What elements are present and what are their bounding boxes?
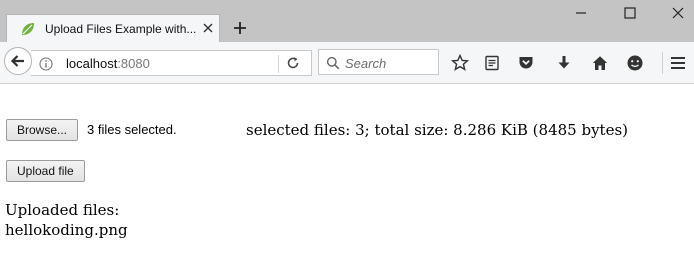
- search-placeholder: Search: [345, 56, 387, 71]
- close-tab-icon[interactable]: [201, 21, 215, 35]
- bookmark-star-icon[interactable]: [451, 54, 469, 72]
- toolbar-separator: [662, 52, 663, 74]
- emoji-icon[interactable]: [626, 54, 644, 72]
- url-port: :8080: [117, 56, 150, 71]
- pocket-icon[interactable]: [517, 54, 535, 72]
- hamburger-menu-icon[interactable]: [669, 54, 687, 72]
- new-tab-icon[interactable]: [232, 20, 248, 36]
- url-divider: [278, 55, 279, 73]
- uploaded-files-heading: Uploaded files:: [5, 201, 120, 219]
- uploaded-file-item: hellokoding.png: [5, 221, 128, 239]
- upload-button[interactable]: Upload file: [6, 160, 85, 182]
- info-icon[interactable]: [39, 57, 53, 71]
- close-window-icon[interactable]: [671, 6, 685, 20]
- spring-leaf-icon: [22, 23, 34, 35]
- minimize-icon[interactable]: [574, 6, 588, 20]
- page-content: Browse... 3 files selected. selected fil…: [0, 85, 694, 278]
- back-arrow-icon: [10, 55, 24, 67]
- files-selected-text: 3 files selected.: [87, 122, 177, 137]
- browser-tab[interactable]: Upload Files Example with...: [6, 14, 220, 42]
- download-icon[interactable]: [555, 54, 573, 72]
- reader-view-icon[interactable]: [483, 54, 501, 72]
- selection-summary: selected files: 3; total size: 8.286 KiB…: [246, 121, 629, 139]
- search-bar[interactable]: Search: [318, 49, 439, 75]
- maximize-icon[interactable]: [623, 6, 637, 20]
- url-text: localhost:8080: [66, 56, 150, 71]
- back-button[interactable]: [4, 47, 32, 75]
- reload-icon[interactable]: [286, 56, 300, 70]
- navigation-toolbar: localhost:8080 Search: [0, 42, 694, 84]
- home-icon[interactable]: [591, 54, 609, 72]
- url-host: localhost: [66, 56, 118, 71]
- search-icon: [326, 56, 340, 70]
- address-bar[interactable]: localhost:8080: [31, 50, 312, 76]
- tab-title: Upload Files Example with...: [45, 22, 197, 36]
- browse-button[interactable]: Browse...: [6, 119, 79, 141]
- tab-strip: Upload Files Example with...: [0, 0, 694, 42]
